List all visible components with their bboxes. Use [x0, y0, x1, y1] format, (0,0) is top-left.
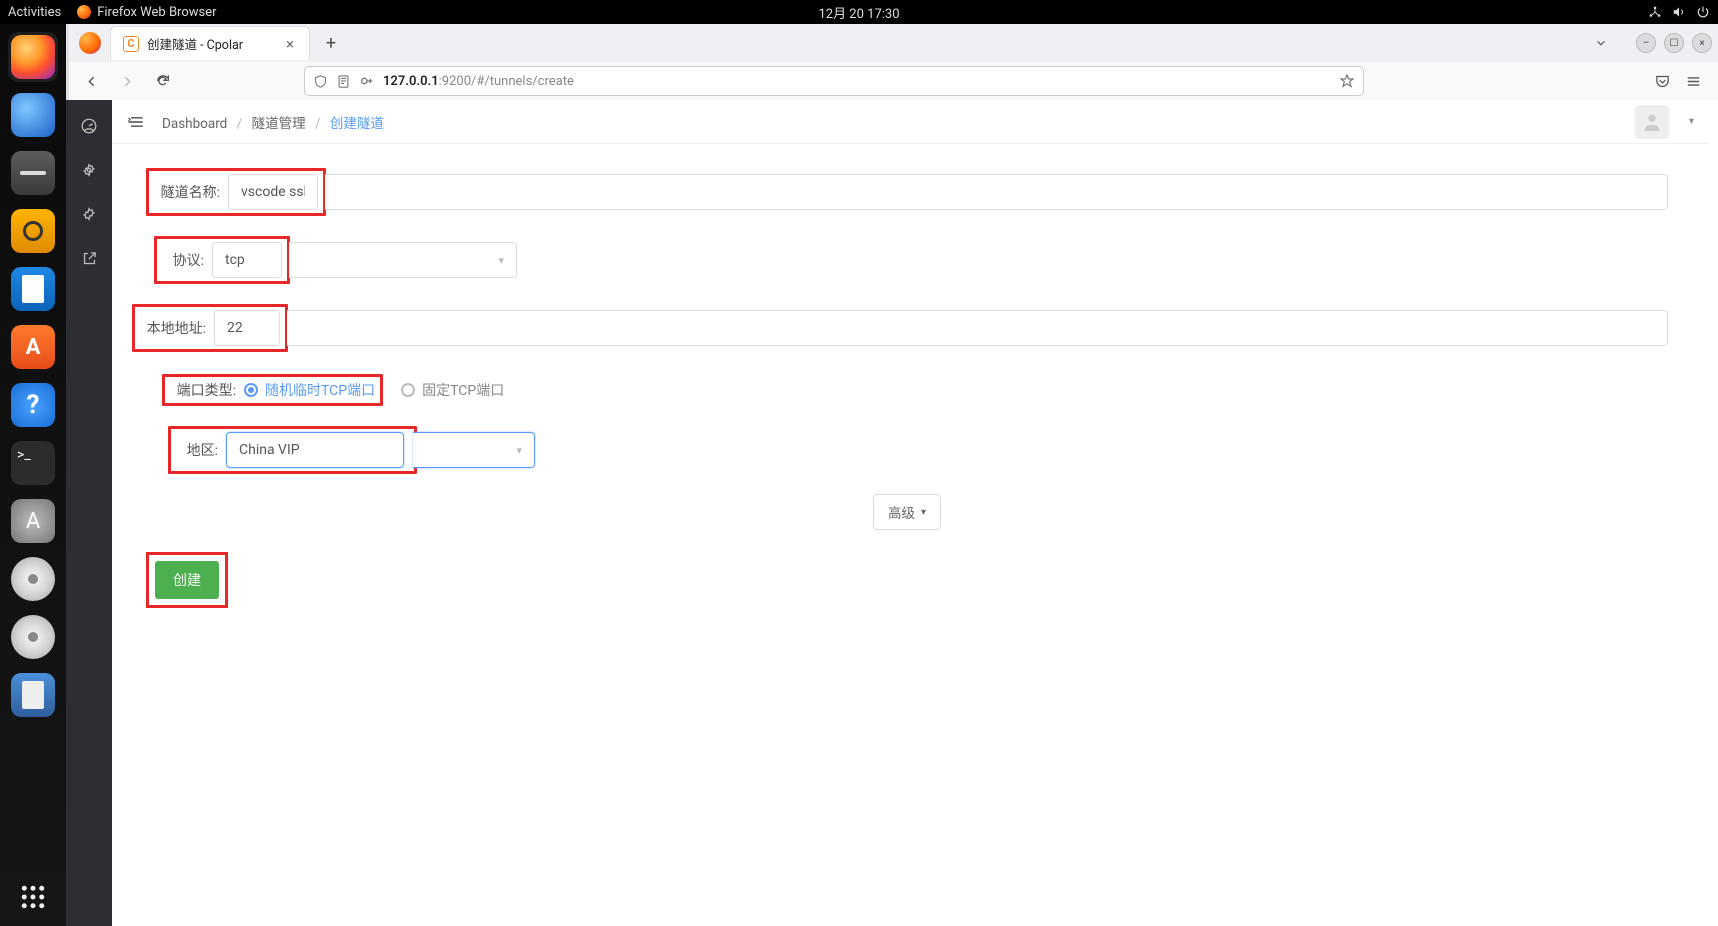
pocket-icon[interactable] — [1654, 73, 1671, 90]
tab-strip: C 创建隧道 - Cpolar × + – ☐ × — [66, 24, 1718, 62]
browser-tab[interactable]: C 创建隧道 - Cpolar × — [110, 26, 310, 60]
dock-disc-1[interactable] — [8, 554, 58, 604]
dock-show-apps[interactable] — [18, 882, 48, 912]
dock-terminal[interactable]: >_ — [8, 438, 58, 488]
region-select-left[interactable]: China VIP — [226, 432, 404, 468]
port-type-radio-fixed[interactable]: 固定TCP端口 — [401, 380, 504, 400]
tabs-overflow-icon[interactable] — [1594, 36, 1608, 50]
chevron-down-icon: ▾ — [498, 254, 504, 267]
tab-favicon: C — [123, 36, 139, 52]
dock-updater[interactable]: A — [8, 496, 58, 546]
app-menu-icon[interactable] — [1685, 73, 1702, 90]
sidebar-dashboard-icon[interactable] — [79, 116, 99, 136]
breadcrumb-tunnel-mgmt[interactable]: 隧道管理 — [252, 116, 306, 132]
dock-rhythmbox[interactable] — [8, 206, 58, 256]
network-icon[interactable] — [1648, 5, 1662, 19]
port-type-label: 端口类型: — [170, 380, 236, 400]
advanced-label: 高级 — [888, 502, 915, 522]
protocol-value-box: tcp — [212, 242, 282, 278]
region-select[interactable]: ▾ — [413, 432, 535, 468]
sidebar-settings-icon[interactable] — [79, 160, 99, 180]
user-avatar[interactable] — [1635, 105, 1669, 139]
firefox-icon — [77, 5, 91, 19]
chevron-down-icon: ▾ — [516, 444, 522, 457]
breadcrumb-create-tunnel: 创建隧道 — [330, 116, 384, 132]
radio-icon-checked — [244, 383, 258, 397]
clock[interactable]: 12月 20 17:30 — [818, 3, 899, 22]
dock-software[interactable] — [8, 322, 58, 372]
tunnel-name-input[interactable] — [228, 174, 318, 210]
breadcrumb-dashboard[interactable]: Dashboard — [162, 116, 227, 132]
highlight-port-type: 端口类型: 随机临时TCP端口 — [162, 374, 383, 406]
tab-close-icon[interactable]: × — [281, 35, 299, 53]
app-sidebar — [66, 100, 112, 926]
tunnel-name-label: 隧道名称: — [154, 182, 220, 202]
url-text: 127.0.0.1:9200/#/tunnels/create — [383, 74, 574, 89]
volume-icon[interactable] — [1672, 5, 1686, 19]
tunnel-name-input-ext[interactable] — [325, 174, 1668, 210]
port-type-fixed-label: 固定TCP端口 — [422, 380, 504, 400]
highlight-local-addr: 本地地址: — [132, 304, 288, 352]
sidebar-status-icon[interactable] — [79, 204, 99, 224]
dock-thunderbird[interactable] — [8, 90, 58, 140]
firefox-home-icon[interactable] — [70, 32, 110, 54]
dock-firefox[interactable] — [8, 32, 58, 82]
active-app-indicator[interactable]: Firefox Web Browser — [77, 5, 216, 20]
ubuntu-dock: ? >_ A — [0, 24, 66, 926]
new-tab-button[interactable]: + — [316, 28, 346, 58]
dock-help[interactable]: ? — [8, 380, 58, 430]
bookmark-star-icon[interactable] — [1339, 73, 1355, 89]
region-value: China VIP — [239, 442, 300, 458]
caret-down-icon: ▾ — [921, 507, 926, 518]
sidebar-external-icon[interactable] — [79, 248, 99, 268]
radio-icon — [401, 383, 415, 397]
advanced-toggle-button[interactable]: 高级 ▾ — [873, 494, 941, 530]
window-maximize-button[interactable]: ☐ — [1664, 33, 1684, 53]
dock-text-editor[interactable] — [8, 670, 58, 720]
app-main: Dashboard / 隧道管理 / 创建隧道 ▾ 隧道名称: — [112, 100, 1708, 926]
nav-toolbar: 127.0.0.1:9200/#/tunnels/create — [66, 62, 1718, 100]
highlight-region: 地区: China VIP — [168, 426, 417, 474]
shield-icon — [313, 74, 328, 89]
active-app-label: Firefox Web Browser — [97, 5, 216, 20]
firefox-chrome: C 创建隧道 - Cpolar × + – ☐ × — [66, 24, 1718, 100]
forward-button[interactable] — [112, 66, 142, 96]
page-info-icon[interactable] — [336, 74, 351, 89]
tab-title: 创建隧道 - Cpolar — [147, 34, 273, 53]
activities-button[interactable]: Activities — [8, 5, 61, 20]
permissions-icon[interactable] — [359, 73, 375, 89]
create-tunnel-form: 隧道名称: 协议: tcp ▾ 本地地址: — [112, 144, 1708, 648]
app-header: Dashboard / 隧道管理 / 创建隧道 ▾ — [112, 100, 1708, 144]
protocol-label: 协议: — [162, 250, 204, 270]
back-button[interactable] — [76, 66, 106, 96]
user-menu-caret-icon[interactable]: ▾ — [1689, 116, 1694, 127]
dock-disc-2[interactable] — [8, 612, 58, 662]
app-viewport: Dashboard / 隧道管理 / 创建隧道 ▾ 隧道名称: — [66, 100, 1708, 926]
dock-files[interactable] — [8, 148, 58, 198]
reload-button[interactable] — [148, 66, 178, 96]
highlight-protocol: 协议: tcp — [154, 236, 290, 284]
port-type-random-label: 随机临时TCP端口 — [265, 380, 375, 400]
protocol-select[interactable]: ▾ — [289, 242, 517, 278]
local-addr-input-ext[interactable] — [287, 310, 1668, 346]
local-addr-input[interactable] — [214, 310, 280, 346]
region-label: 地区: — [176, 440, 218, 460]
local-addr-label: 本地地址: — [140, 318, 206, 338]
dock-writer[interactable] — [8, 264, 58, 314]
sidebar-toggle-icon[interactable] — [126, 112, 146, 132]
window-minimize-button[interactable]: – — [1636, 33, 1656, 53]
highlight-submit: 创建 — [146, 552, 228, 608]
window-close-button[interactable]: × — [1692, 33, 1712, 53]
highlight-tunnel-name: 隧道名称: — [146, 168, 326, 216]
power-icon[interactable] — [1696, 5, 1710, 19]
port-type-radio-random[interactable]: 随机临时TCP端口 — [244, 380, 375, 400]
gnome-top-bar: Activities Firefox Web Browser 12月 20 17… — [0, 0, 1718, 24]
url-bar[interactable]: 127.0.0.1:9200/#/tunnels/create — [304, 66, 1364, 96]
breadcrumb: Dashboard / 隧道管理 / 创建隧道 — [162, 112, 384, 132]
create-button[interactable]: 创建 — [155, 561, 219, 599]
